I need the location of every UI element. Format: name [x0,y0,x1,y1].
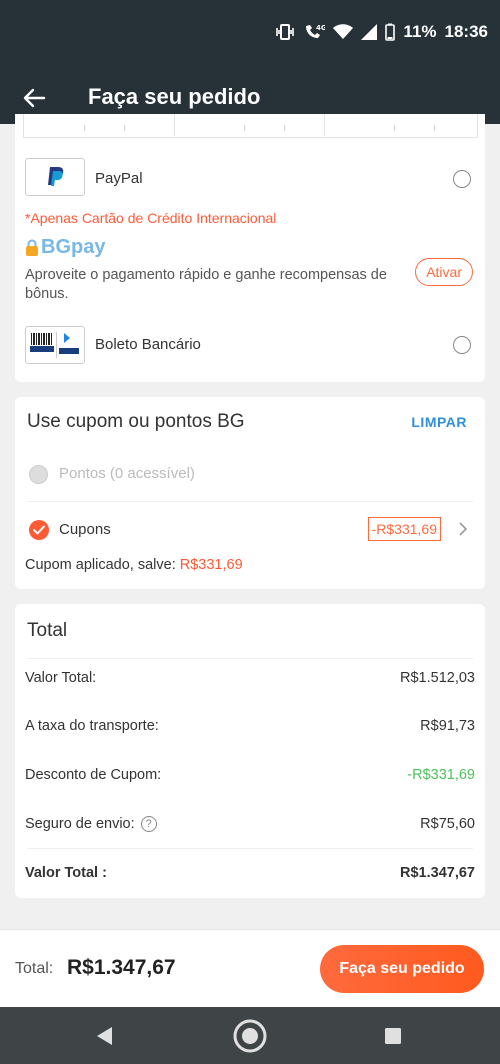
credit-card-warning: *Apenas Cartão de Crédito Internacional [25,210,277,226]
call-icon: 4G [303,23,325,41]
chevron-right-icon[interactable] [455,519,471,539]
clear-button[interactable]: LIMPAR [411,414,467,430]
divider [27,501,473,502]
divider [27,658,473,659]
boleto-ebanx-logo [25,326,85,364]
page-title: Faça seu pedido [88,84,261,109]
previous-payment-row [23,114,478,138]
coupon-card: Use cupom ou pontos BG LIMPAR Pontos (0 … [15,397,485,589]
summary-row-shipping: A taxa do transporte: R$91,73 [25,718,475,734]
boleto-label: Boleto Bancário [95,336,201,353]
coupon-title: Use cupom ou pontos BG [27,411,245,432]
vibrate-icon [275,24,295,40]
points-label: Pontos (0 acessível) [59,465,195,482]
checkout-total-amount: R$1.347,67 [67,956,176,979]
paypal-radio[interactable] [453,170,471,188]
summary-row-shipping-insurance: Seguro de envio: ? R$75,60 [25,816,475,832]
nav-home-icon[interactable] [233,1019,267,1053]
summary-row-label: Valor Total: [25,670,97,686]
bgpay-logo: BGpay [25,236,105,259]
coupon-applied-label: Cupom aplicado, salve: [25,557,176,573]
clock: 18:36 [444,22,488,41]
summary-row-subtotal: Valor Total: R$1.512,03 [25,670,475,686]
system-nav-bar [0,1007,500,1064]
battery-icon [385,23,396,41]
summary-row-label: A taxa do transporte: [25,718,159,734]
summary-row-total: Valor Total : R$1.347,67 [25,865,475,881]
back-arrow-icon[interactable] [16,80,52,116]
divider [27,848,473,849]
status-icons: 4G 11% 18:36 [275,22,488,42]
summary-row-value: R$91,73 [420,718,475,734]
coupon-applied-amount: R$331,69 [179,557,243,573]
bgpay-description: Aproveite o pagamento rápido e ganhe rec… [25,267,387,302]
summary-row-coupon-discount: Desconto de Cupom: -R$331,69 [25,767,475,783]
checkout-bar: Total: R$1.347,67 Faça seu pedido [0,929,500,1008]
payment-methods-card: PayPal *Apenas Cartão de Crédito Interna… [15,114,485,382]
place-order-button[interactable]: Faça seu pedido [320,945,484,993]
order-summary-card: Total Valor Total: R$1.512,03 A taxa do … [15,604,485,898]
summary-row-label: Valor Total : [25,865,107,881]
battery-percent: 11% [403,22,437,41]
summary-row-value: -R$331,69 [407,767,475,783]
signal-icon [361,24,378,40]
summary-row-label: Desconto de Cupom: [25,767,162,783]
summary-row-value: R$1.347,67 [400,865,475,881]
coupon-applied-text: Cupom aplicado, salve: R$331,69 [25,557,243,573]
nav-back-icon[interactable] [88,1019,122,1053]
coupon-discount-badge[interactable]: -R$331,69 [367,517,441,541]
wifi-icon [333,24,354,40]
nav-recents-icon[interactable] [376,1019,410,1053]
boleto-radio[interactable] [453,336,471,354]
summary-row-label: Seguro de envio: ? [25,816,157,832]
activate-bgpay-button[interactable]: Ativar [415,258,473,286]
coupons-label[interactable]: Cupons [59,521,111,538]
summary-row-value: R$1.512,03 [400,670,475,686]
coupons-checkbox[interactable] [29,520,49,540]
insurance-label: Seguro de envio: [25,816,135,832]
status-bar: 4G 11% 18:36 [0,0,500,72]
svg-text:4G: 4G [316,24,325,32]
summary-row-value: R$75,60 [420,816,475,832]
checkout-total-label: Total: [15,960,54,977]
paypal-logo [25,158,85,196]
paypal-label: PayPal [95,170,143,187]
points-radio[interactable] [29,465,48,484]
help-icon[interactable]: ? [140,816,157,832]
summary-title: Total [27,620,68,641]
bgpay-logo-text: BGpay [41,236,106,258]
